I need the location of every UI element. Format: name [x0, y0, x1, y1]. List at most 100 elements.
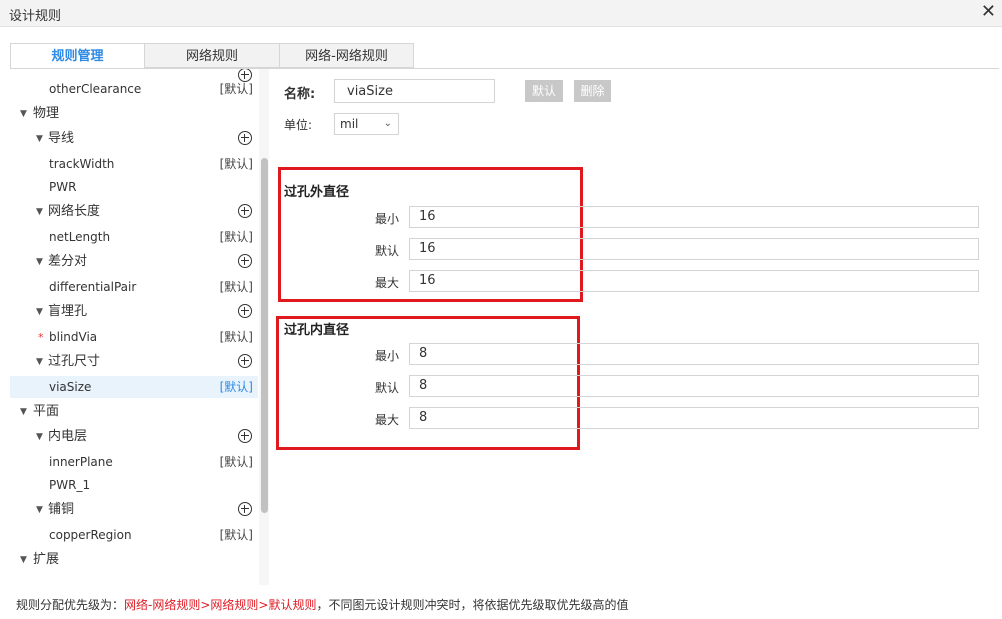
tree-label: 网络长度 [48, 204, 101, 219]
tree-category--[interactable]: ▼ 盲埋孔 [10, 301, 258, 323]
tree-group--[interactable]: ▼ 扩展 [10, 549, 258, 571]
caret-down-icon[interactable]: ▼ [36, 251, 43, 273]
priority-note-suffix: ，不同图元设计规则冲突时，将依据优先级取优先级高的值 [316, 598, 629, 612]
tree-label: 差分对 [48, 254, 88, 269]
tree-label: 物理 [33, 106, 60, 121]
add-rule-icon[interactable] [238, 502, 252, 516]
tree-rule-netlength[interactable]: netLength [默认] [10, 226, 258, 248]
tree-label: 扩展 [33, 552, 60, 567]
tree-rule-blindvia[interactable]: * blindVia [默认] [10, 326, 258, 348]
default-tag: [默认] [219, 330, 253, 344]
tree-category--[interactable]: ▼ 过孔尺寸 [10, 351, 258, 373]
name-input[interactable] [334, 79, 495, 103]
tree-rule--[interactable]: 其他间距 [10, 69, 258, 82]
title-bar: 设计规则 ✕ [0, 0, 1002, 27]
outer-default-label: 默认 [374, 244, 399, 258]
tree-rule-copperregion[interactable]: copperRegion [默认] [10, 524, 258, 546]
tree-group--[interactable]: ▼ 物理 [10, 103, 258, 125]
inner-min-label: 最小 [374, 349, 399, 363]
caret-down-icon[interactable]: ▼ [36, 426, 43, 448]
inner-min-input[interactable]: 8 [409, 343, 979, 365]
outer-diameter-title: 过孔外直径 [284, 185, 350, 200]
tree-group--[interactable]: ▼ 平面 [10, 401, 258, 423]
tree-label: differentialPair [49, 280, 137, 294]
unit-select[interactable]: mil ⌄ [334, 113, 399, 135]
outer-default-input[interactable]: 16 [409, 238, 979, 260]
caret-down-icon[interactable]: ▼ [36, 499, 43, 521]
tree-label: 盲埋孔 [48, 304, 88, 319]
inner-max-label: 最大 [374, 413, 399, 427]
tree-category--[interactable]: ▼ 内电层 [10, 426, 258, 448]
chevron-down-icon: ⌄ [383, 118, 392, 129]
rule-tree: 其他间距 otherClearance [默认] ▼ 物理 ▼ 导线 trackWidth [默… [10, 69, 268, 585]
tree-category--[interactable]: ▼ 导线 [10, 128, 258, 150]
tree-rule-differentialpair[interactable]: differentialPair [默认] [10, 276, 258, 298]
default-tag: [默认] [219, 230, 253, 244]
tree-label: 铺铜 [48, 502, 75, 517]
unit-value: mil [340, 117, 359, 131]
caret-down-icon[interactable]: ▼ [36, 128, 43, 150]
tree-label: 其他间距 [49, 69, 101, 75]
tree-label: 平面 [33, 404, 60, 419]
tree-rule-innerplane[interactable]: innerPlane [默认] [10, 451, 258, 473]
tree-scrollbar-thumb[interactable] [261, 158, 268, 513]
tree-label: netLength [49, 230, 111, 244]
priority-note: 规则分配优先级为：网络-网络规则>网络规则>默认规则，不同图元设计规则冲突时，将… [16, 596, 628, 613]
outer-max-input[interactable]: 16 [409, 270, 979, 292]
tree-rule-otherclearance[interactable]: otherClearance [默认] [10, 78, 258, 100]
close-icon[interactable]: ✕ [981, 1, 996, 23]
tree-rule-viasize[interactable]: viaSize [默认] [10, 376, 258, 398]
default-tag: [默认] [219, 82, 253, 96]
tree-label: blindVia [49, 330, 98, 344]
add-rule-icon[interactable] [238, 429, 252, 443]
outer-min-label: 最小 [374, 212, 399, 226]
default-tag: [默认] [219, 380, 253, 394]
tree-label: viaSize [49, 380, 92, 394]
tree-category--[interactable]: ▼ 铺铜 [10, 499, 258, 521]
inner-default-label: 默认 [374, 381, 399, 395]
tree-category--[interactable]: ▼ 差分对 [10, 251, 258, 273]
delete-button[interactable]: 删除 [574, 80, 611, 102]
add-rule-icon[interactable] [238, 354, 252, 368]
add-rule-icon[interactable] [238, 304, 252, 318]
tab-net-rules[interactable]: 网络规则 [144, 43, 280, 68]
tree-label: trackWidth [49, 157, 115, 171]
inner-default-input[interactable]: 8 [409, 375, 979, 397]
tree-label: 过孔尺寸 [48, 354, 101, 369]
caret-down-icon[interactable]: ▼ [36, 201, 43, 223]
tab-net-to-net-rules[interactable]: 网络-网络规则 [279, 43, 414, 68]
name-label: 名称: [284, 87, 316, 102]
outer-max-label: 最大 [374, 276, 399, 290]
tree-rule-pwr[interactable]: PWR [10, 176, 258, 198]
add-rule-icon[interactable] [238, 204, 252, 218]
inner-max-input[interactable]: 8 [409, 407, 979, 429]
inner-diameter-title: 过孔内直径 [284, 323, 350, 338]
tree-label: innerPlane [49, 455, 113, 469]
unit-label: 单位: [284, 118, 313, 132]
default-tag: [默认] [219, 157, 253, 171]
tree-label: otherClearance [49, 82, 142, 96]
outer-min-input[interactable]: 16 [409, 206, 979, 228]
add-rule-icon[interactable] [238, 254, 252, 268]
window-title: 设计规则 [9, 9, 62, 24]
tree-label: 内电层 [48, 429, 88, 444]
tree-label: PWR [49, 180, 77, 194]
priority-note-prefix: 规则分配优先级为： [16, 598, 125, 612]
caret-down-icon[interactable]: ▼ [36, 301, 43, 323]
tab-rule-management[interactable]: 规则管理 [10, 43, 145, 69]
add-rule-icon[interactable] [238, 131, 252, 145]
caret-down-icon[interactable]: ▼ [36, 351, 43, 373]
caret-down-icon[interactable]: ▼ [20, 401, 27, 423]
caret-down-icon[interactable]: ▼ [20, 103, 27, 125]
default-button[interactable]: 默认 [525, 80, 563, 102]
default-tag: [默认] [219, 528, 253, 542]
default-tag: [默认] [219, 455, 253, 469]
tree-label: copperRegion [49, 528, 132, 542]
priority-order: 网络-网络规则>网络规则>默认规则 [124, 598, 317, 612]
modified-marker-icon: * [38, 331, 44, 344]
tree-category--[interactable]: ▼ 网络长度 [10, 201, 258, 223]
tree-rule-trackwidth[interactable]: trackWidth [默认] [10, 153, 258, 175]
default-tag: [默认] [219, 280, 253, 294]
caret-down-icon[interactable]: ▼ [20, 549, 27, 571]
tree-rule-pwr-1[interactable]: PWR_1 [10, 474, 258, 496]
